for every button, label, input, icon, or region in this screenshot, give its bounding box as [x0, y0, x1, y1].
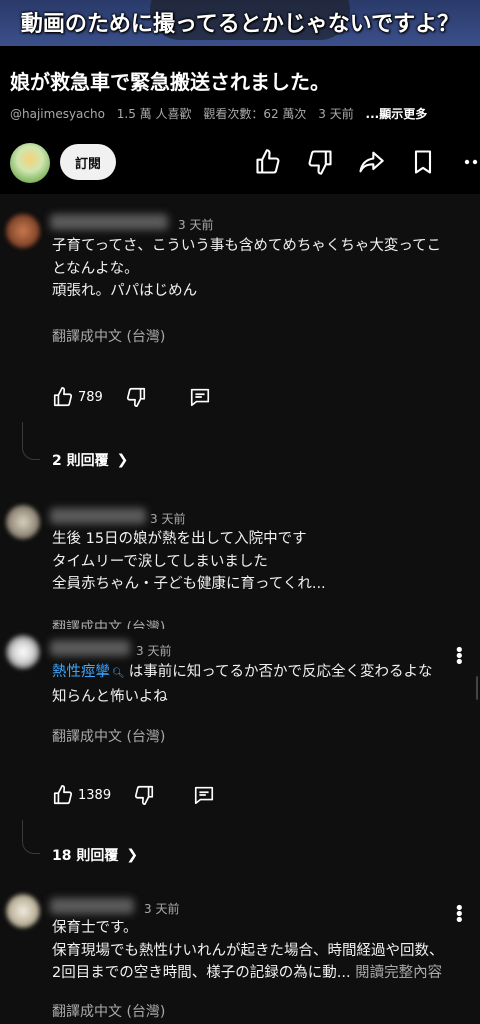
- search-icon: 🔍︎: [112, 668, 125, 679]
- comment-line: となんよな。: [52, 260, 139, 277]
- comment-line: 全員赤ちゃん・子ども健康に育ってくれ...: [52, 576, 326, 592]
- comment-line: 熱性痙攣 🔍︎ は事前に知ってるか否かで反応全く変わるよな: [52, 661, 476, 686]
- chevron-right-icon: ❯: [126, 847, 139, 863]
- comment-thread: 3 天前 生後 15日の娘が熱を出して入院中です タイムリーで涙してしまいました…: [0, 500, 480, 630]
- thumbs-down-icon[interactable]: [306, 148, 334, 176]
- comment-text: 熱性痙攣 🔍︎ は事前に知ってるか否かで反応全く変わるよな 知らんと怖いよね: [52, 661, 476, 708]
- comment-line-truncated: 2回目までの空き時間、様子の記録の為に動...: [52, 965, 351, 981]
- comment-line: 2回目までの空き時間、様子の記録の為に動... 閱讀完整內容: [52, 962, 476, 985]
- translate-link[interactable]: 翻譯成中文 (台灣): [52, 617, 165, 629]
- comment-line: 頑張れ。パパはじめん: [52, 283, 198, 299]
- read-more-link[interactable]: 閱讀完整內容: [355, 965, 442, 981]
- comment-actions: 789: [52, 385, 211, 409]
- channel-handle: @hajimesyacho: [10, 107, 105, 121]
- upload-age: 3 天前: [318, 107, 354, 121]
- comment-thread: 3 天前 子育てってさ、こういう事も含めてめちゃくちゃ大変ってこ となんよな。 …: [0, 194, 480, 484]
- avatar[interactable]: [6, 505, 40, 539]
- thread-connector: [22, 820, 40, 854]
- comment-line: 保育士です。: [52, 920, 138, 936]
- comment-thread: 3 天前 • • • 保育士です。 保育現場でも熱性けいれんが起きた場合、時間経過や…: [0, 890, 480, 1024]
- thread-connector: [22, 422, 40, 460]
- translate-link[interactable]: 翻譯成中文 (台灣): [52, 326, 165, 346]
- comment-text: 子育てってさ、こういう事も含めてめちゃくちゃ大変ってこ となんよな。 頑張れ。パ…: [52, 235, 476, 303]
- commenter-name[interactable]: [50, 898, 134, 914]
- comment-time: 3 天前: [178, 218, 214, 232]
- comment-time: 3 天前: [144, 902, 180, 916]
- video-info: 娘が救急車で緊急搬送されました。 @hajimesyacho 1.5 萬 人喜歡…: [0, 46, 480, 194]
- comment-line: 保育現場でも熱性けいれんが起きた場合、時間経過や回数、: [52, 942, 444, 959]
- view-replies-button[interactable]: 2 則回覆 ❯: [52, 450, 128, 470]
- thumbs-up-icon[interactable]: [254, 148, 282, 176]
- thumbs-down-icon[interactable]: [125, 386, 147, 408]
- scrollbar[interactable]: [476, 676, 478, 700]
- comment-icon[interactable]: [189, 386, 211, 408]
- comment-icon[interactable]: [193, 784, 215, 806]
- comment-line: タイムリーで涙してしまいました: [52, 553, 268, 570]
- like-count: 1389: [78, 787, 112, 803]
- video-player[interactable]: 動画のために撮ってるとかじゃないですよ？: [0, 0, 480, 46]
- search-tag-link[interactable]: 熱性痙攣: [52, 664, 110, 680]
- comment-text: 保育士です。 保育現場でも熱性けいれんが起きた場合、時間経過や回数、 2回目まで…: [52, 917, 476, 985]
- like-count: 789: [78, 389, 103, 405]
- commenter-name[interactable]: [50, 640, 130, 656]
- thumbs-up-icon[interactable]: [52, 784, 74, 806]
- view-replies-button[interactable]: 18 則回覆 ❯: [52, 845, 138, 865]
- translate-link[interactable]: 翻譯成中文 (台灣): [52, 726, 165, 746]
- subscribe-button[interactable]: 訂閱: [60, 144, 116, 180]
- commenter-name[interactable]: [50, 214, 168, 230]
- avatar[interactable]: [6, 214, 40, 248]
- channel-avatar[interactable]: [10, 143, 50, 183]
- video-meta[interactable]: @hajimesyacho 1.5 萬 人喜歡 觀看次數：62 萬次 3 天前 …: [10, 105, 427, 122]
- reply-count: 2 則回覆: [52, 453, 109, 469]
- comment-text: 生後 15日の娘が熱を出して入院中です タイムリーで涙してしまいました 全員赤ち…: [52, 528, 476, 596]
- comment-line: 子育てってさ、こういう事も含めてめちゃくちゃ大変ってこ: [52, 238, 442, 254]
- commenter-name[interactable]: [50, 508, 146, 524]
- more-icon[interactable]: [458, 148, 480, 176]
- avatar[interactable]: [6, 894, 40, 928]
- comment-thread: 3 天前 • • • 熱性痙攣 🔍︎ は事前に知ってるか否かで反応全く変わるよな 知らん…: [0, 630, 480, 880]
- comment-time: 3 天前: [150, 512, 186, 526]
- like-count-meta: 1.5 萬 人喜歡: [116, 107, 192, 121]
- translate-link[interactable]: 翻譯成中文 (台灣): [52, 1001, 165, 1021]
- share-icon[interactable]: [357, 148, 385, 176]
- comment-line: 生後 15日の娘が熱を出して入院中です: [52, 531, 307, 547]
- show-more-link[interactable]: ...顯示更多: [366, 107, 428, 121]
- comment-line-rest: は事前に知ってるか否かで反応全く変わるよな: [128, 664, 433, 680]
- comment-line: 知らんと怖いよね: [52, 688, 168, 705]
- thumbs-up-icon[interactable]: [52, 386, 74, 408]
- thumbs-down-icon[interactable]: [133, 784, 155, 806]
- comment-time: 3 天前: [136, 644, 172, 658]
- reply-count: 18 則回覆: [52, 848, 119, 864]
- video-caption: 動画のために撮ってるとかじゃないですよ？: [20, 12, 460, 37]
- avatar[interactable]: [6, 635, 40, 669]
- comment-actions: 1389: [52, 783, 215, 807]
- view-count: 觀看次數：62 萬次: [203, 107, 307, 121]
- chevron-right-icon: ❯: [116, 452, 129, 468]
- bookmark-icon[interactable]: [409, 148, 437, 176]
- video-title[interactable]: 娘が救急車で緊急搬送されました。: [10, 66, 330, 95]
